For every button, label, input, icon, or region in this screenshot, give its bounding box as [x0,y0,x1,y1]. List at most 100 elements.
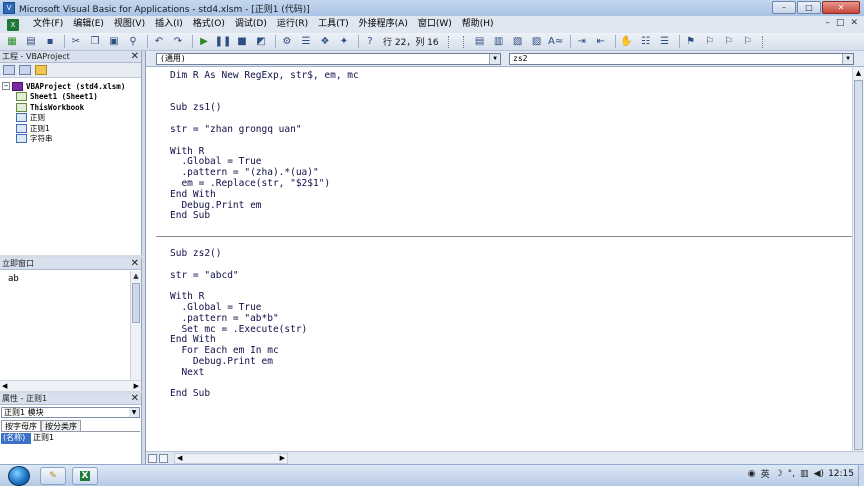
edit-toolbar-grip[interactable] [462,35,469,48]
parameter-info-icon[interactable]: ▨ [529,35,545,49]
scroll-thumb[interactable] [132,283,140,323]
scroll-right-icon[interactable]: ▶ [280,454,285,463]
immediate-hscroll[interactable]: ◀ ▶ [0,380,141,391]
code-line[interactable]: Sub zs2() [170,248,307,260]
tree-node-module-regex1[interactable]: 正则1 [2,123,141,134]
previous-bookmark-icon[interactable]: ⚐ [721,35,737,49]
design-mode-icon[interactable]: ◩ [253,35,269,49]
minimize-button[interactable]: – [772,1,796,14]
toolbox-icon[interactable]: ✦ [336,35,352,49]
outdent-icon[interactable]: ⇤ [593,35,609,49]
cut-icon[interactable]: ✂ [68,35,84,49]
toggle-breakpoint-icon[interactable]: ✋ [619,35,635,49]
code-block-zs1[interactable]: Dim R As New RegExp, str$, em, mc Sub zs… [170,70,359,222]
list-constants-icon[interactable]: ▥ [491,35,507,49]
tree-node-module-regex[interactable]: 正则 [2,113,141,124]
close-properties-pane-icon[interactable]: ✕ [131,393,139,405]
scroll-right-icon[interactable]: ▶ [134,381,139,391]
chevron-down-icon[interactable]: ▼ [489,53,500,64]
tab-categorized[interactable]: 按分类序 [41,420,81,431]
start-button[interactable] [8,465,30,486]
code-editor[interactable]: Dim R As New RegExp, str$, em, mc Sub zs… [146,67,852,451]
menu-insert[interactable]: 插入(I) [150,16,188,33]
indent-icon[interactable]: ⇥ [574,35,590,49]
mdi-minimize-button[interactable]: – [825,18,830,28]
tree-node-module-string[interactable]: 字符串 [2,134,141,145]
procedure-combo[interactable]: zs2 ▼ [509,52,854,65]
taskbar-excel-icon[interactable]: X [72,466,98,485]
menu-format[interactable]: 格式(O) [188,16,230,33]
menu-help[interactable]: 帮助(H) [457,16,499,33]
immediate-vscroll[interactable]: ▲ [130,271,141,380]
tree-node-thisworkbook[interactable]: ThisWorkbook [2,102,141,113]
next-bookmark-icon[interactable]: ⚐ [702,35,718,49]
properties-window-icon[interactable]: ☰ [298,35,314,49]
project-explorer-icon[interactable]: ⚙ [279,35,295,49]
scroll-left-icon[interactable]: ◀ [177,454,182,463]
view-excel-icon[interactable]: ▦ [4,35,20,49]
menu-view[interactable]: 视图(V) [109,16,150,33]
property-row-name[interactable]: (名称) 正则1 [1,433,140,444]
menu-file[interactable]: 文件(F) [28,16,68,33]
menu-addins[interactable]: 外接程序(A) [354,16,413,33]
code-line[interactable]: End Sub [170,211,359,222]
quick-info-icon[interactable]: ▧ [510,35,526,49]
toolbar-grip[interactable] [447,35,454,48]
code-line[interactable]: .pattern = "ab*b" [170,313,307,325]
chevron-down-icon[interactable]: ▼ [129,408,139,417]
show-desktop-button[interactable] [858,465,864,486]
mdi-close-button[interactable]: ✕ [850,18,858,28]
menu-tools[interactable]: 工具(T) [313,16,354,33]
clock[interactable]: 12:15 [828,469,854,479]
uncomment-block-icon[interactable]: ☰ [657,35,673,49]
scroll-up-icon[interactable]: ▲ [131,271,141,282]
full-module-view-icon[interactable] [159,453,168,463]
chevron-down-icon[interactable]: ▼ [842,53,853,64]
code-line[interactable]: str = "zhan grongq uan" [170,124,359,136]
code-line[interactable]: End With [170,189,359,201]
ime-punct-icon[interactable]: °, [788,469,795,479]
view-code-icon[interactable] [3,65,15,75]
taskbar-vba-icon[interactable]: ✎ [40,466,66,485]
tree-node-sheet1[interactable]: Sheet1 (Sheet1) [2,92,141,103]
save-icon[interactable]: ▪ [42,35,58,49]
code-line[interactable] [170,136,359,147]
maximize-button[interactable]: □ [797,1,821,14]
reset-icon[interactable]: ■ [234,35,250,49]
close-button[interactable]: ✕ [822,1,860,14]
property-value[interactable]: 正则1 [31,433,54,444]
procedure-view-icon[interactable] [148,453,157,463]
document-menu-icon[interactable]: X [2,18,28,31]
code-line[interactable]: Dim R As New RegExp, str$, em, mc [170,70,359,82]
collapse-icon[interactable]: − [2,82,10,91]
code-block-zs2[interactable]: Sub zs2() str = "abcd" With R .Global = … [170,248,307,400]
ime-globe-icon[interactable]: ◉ [748,469,756,479]
run-icon[interactable]: ▶ [196,35,212,49]
toolbar-end-grip[interactable] [761,35,768,48]
volume-icon[interactable]: ◀) [814,469,824,479]
code-line[interactable]: str = "abcd" [170,270,307,282]
ime-mode-icon[interactable]: ☽ [775,469,783,479]
code-vscroll[interactable]: ▲ [852,67,864,451]
scroll-thumb[interactable] [854,80,863,450]
close-project-pane-icon[interactable]: ✕ [131,51,139,63]
clear-bookmarks-icon[interactable]: ⚐ [740,35,756,49]
ime-language[interactable]: 英 [761,467,770,480]
properties-object-select[interactable]: 正则1 模块 ▼ [1,407,140,418]
code-line[interactable]: End Sub [170,389,307,400]
immediate-output[interactable]: ab [0,270,141,288]
tab-alphabetic[interactable]: 按字母序 [1,420,41,431]
object-combo[interactable]: (通用) ▼ [156,52,501,65]
help-icon[interactable]: ? [362,35,378,49]
view-object-icon[interactable] [19,65,31,75]
undo-icon[interactable]: ↶ [151,35,167,49]
code-line[interactable] [170,260,307,271]
code-line[interactable]: Sub zs1() [170,103,359,114]
redo-icon[interactable]: ↷ [170,35,186,49]
menu-debug[interactable]: 调试(D) [230,16,272,33]
scroll-left-icon[interactable]: ◀ [2,381,7,391]
toggle-folders-icon[interactable] [35,65,47,75]
menu-window[interactable]: 窗口(W) [413,16,457,33]
menu-edit[interactable]: 编辑(E) [68,16,109,33]
code-line[interactable] [170,82,359,93]
